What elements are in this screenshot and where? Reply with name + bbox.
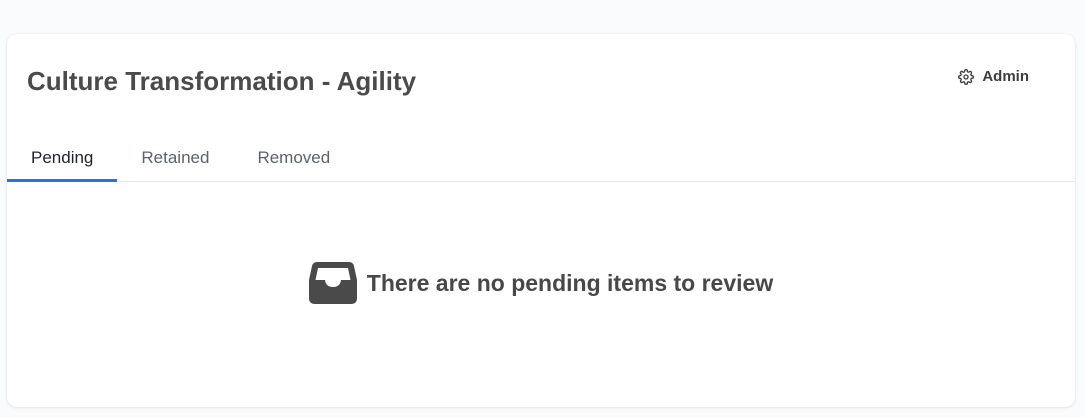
card-header: Culture Transformation - Agility Admin	[7, 34, 1075, 124]
tab-pending[interactable]: Pending	[7, 134, 118, 182]
gear-icon	[958, 68, 975, 85]
page-title: Culture Transformation - Agility	[27, 66, 417, 96]
admin-button[interactable]: Admin	[958, 64, 1029, 89]
admin-label: Admin	[982, 68, 1029, 85]
tab-retained[interactable]: Retained	[117, 134, 233, 181]
moderation-card: Culture Transformation - Agility Admin P…	[7, 34, 1075, 407]
tab-removed[interactable]: Removed	[233, 134, 354, 181]
inbox-icon	[308, 262, 357, 304]
empty-state-message: There are no pending items to review	[366, 269, 774, 296]
empty-state: There are no pending items to review	[7, 262, 1075, 304]
tab-bar: Pending Retained Removed	[7, 134, 1075, 182]
page: Culture Transformation - Agility Admin P…	[0, 0, 1085, 417]
